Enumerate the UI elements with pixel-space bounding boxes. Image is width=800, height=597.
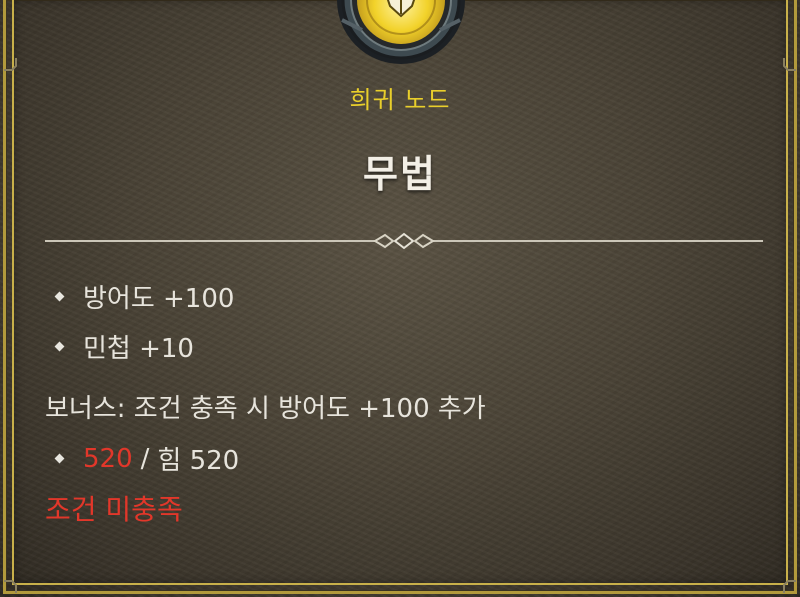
condition-status: 조건 미충족 [45,493,183,526]
requirement-target: 힘 520 [157,446,240,476]
requirement-separator: / [140,443,150,474]
stat-text: 민첩 +10 [83,334,194,364]
frame-corner-ornament [783,580,796,593]
diamond-bullet-icon [54,453,65,464]
stat-text: 방어도 +100 [83,284,235,314]
frame-corner-ornament [4,58,17,71]
stat-line: 방어도 +100 [50,278,234,315]
rare-node-emblem-icon [337,0,465,64]
frame-corner-ornament [4,580,17,593]
diamond-bullet-icon [54,291,65,302]
diamond-bullet-icon [54,341,65,352]
node-title: 무법 [363,152,437,196]
requirement-line: 520 / 힘 520 [50,440,239,477]
stat-line: 민첩 +10 [50,328,194,365]
ornamental-divider [45,232,763,250]
requirement-current-value: 520 [83,443,133,474]
bonus-description: 보너스: 조건 충족 시 방어도 +100 추가 [45,394,486,424]
node-tooltip: 희귀 노드 무법 방어도 +100 민첩 +10 보너스: 조건 충족 시 방어… [0,0,800,597]
frame-corner-ornament [783,58,796,71]
node-rarity-label: 희귀 노드 [349,86,451,114]
